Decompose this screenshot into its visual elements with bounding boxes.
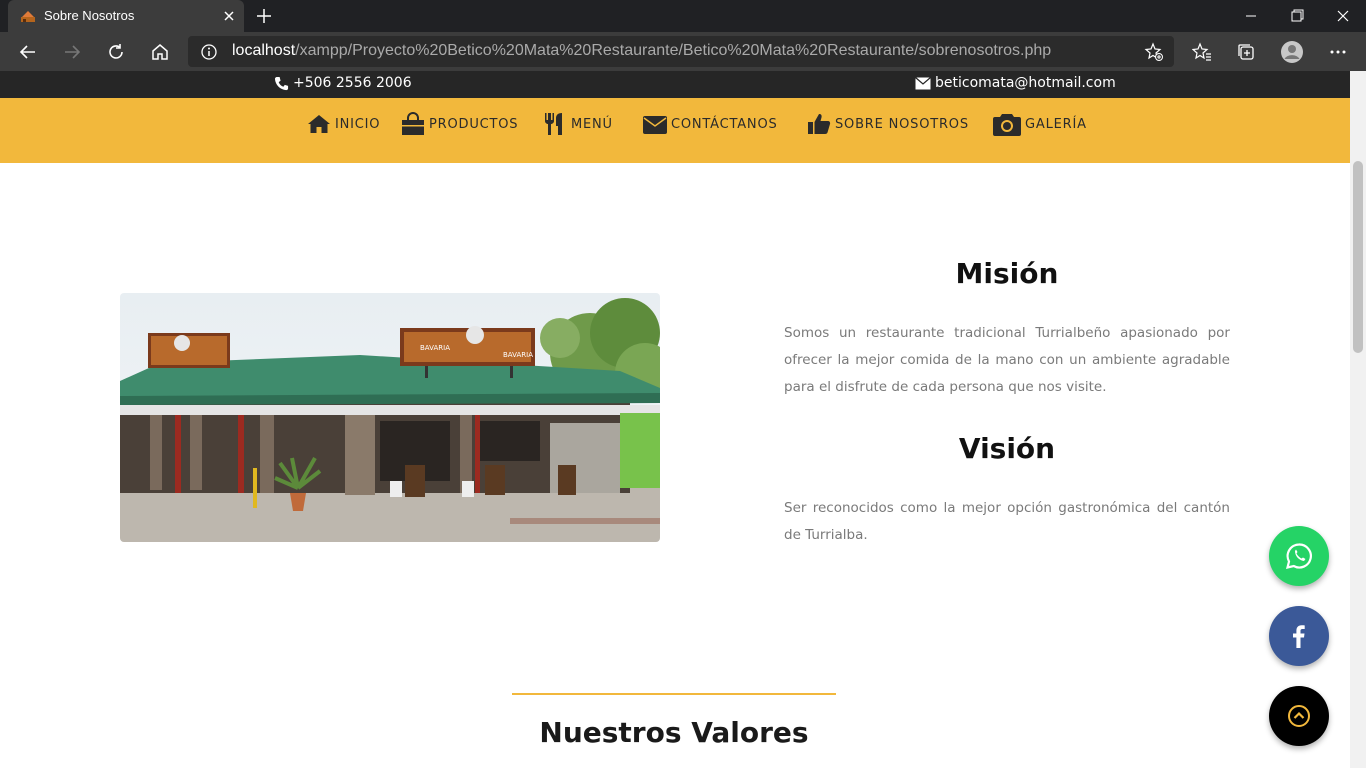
favorites-icon	[1192, 42, 1211, 61]
nav-label-menu: MENÚ	[571, 117, 613, 132]
main-nav: INICIO PRODUCTOS MENÚ CONTÁCTANOS SOBRE …	[0, 98, 1350, 163]
new-tab-icon[interactable]	[254, 6, 274, 26]
vision-title: Visión	[958, 432, 1056, 465]
scrollbar-thumb[interactable]	[1353, 161, 1363, 353]
nav-label-inicio: INICIO	[335, 117, 381, 132]
nav-item-inicio[interactable]: INICIO	[307, 112, 380, 136]
url-text[interactable]: localhost/xampp/Proyecto%20Betico%20Mata…	[232, 42, 1051, 60]
mision-text: Somos un restaurante tradicional Turrial…	[784, 325, 1230, 395]
facebook-button[interactable]	[1269, 606, 1329, 666]
forward-arrow-icon	[65, 45, 81, 59]
refresh-icon	[109, 44, 123, 59]
utensils-icon	[545, 113, 562, 135]
more-dots-icon	[1330, 50, 1346, 54]
browser-home-icon	[152, 44, 168, 60]
collections-icon	[1238, 44, 1254, 60]
camera-icon	[993, 114, 1021, 136]
back-button[interactable]	[14, 38, 42, 66]
browser-tab[interactable]: Sobre Nosotros	[8, 0, 244, 32]
refresh-button[interactable]	[102, 38, 130, 66]
nav-label-sobre-nosotros: SOBRE NOSOTROS	[835, 117, 969, 132]
settings-menu-button[interactable]	[1324, 38, 1352, 66]
tab-title: Sobre Nosotros	[44, 8, 135, 23]
restaurant-favicon-icon	[21, 11, 35, 22]
contact-info-bar: +506 2556 2006 beticomata@hotmail.com	[0, 71, 1350, 98]
minimize-icon[interactable]	[1228, 0, 1274, 32]
nav-label-galeria: GALERÍA	[1025, 117, 1087, 132]
restore-icon[interactable]	[1274, 0, 1320, 32]
whatsapp-icon	[1285, 543, 1312, 569]
nav-label-contactanos: CONTÁCTANOS	[671, 117, 778, 132]
chevron-up-circle-icon	[1288, 705, 1310, 727]
restaurant-building-illustration: BAVARIA BAVARIA	[120, 293, 660, 542]
nav-item-galeria[interactable]: GALERÍA	[993, 112, 1087, 136]
sign-text-left: BAVARIA	[420, 344, 450, 352]
close-window-icon[interactable]	[1320, 0, 1366, 32]
phone-icon	[274, 76, 289, 90]
whatsapp-button[interactable]	[1269, 526, 1329, 586]
close-tab-icon[interactable]	[220, 7, 238, 25]
url-path: /xampp/Proyecto%20Betico%20Mata%20Restau…	[295, 42, 1052, 59]
scroll-to-top-button[interactable]	[1269, 686, 1329, 746]
mail-icon	[915, 76, 931, 89]
phone-number: +506 2556 2006	[293, 75, 412, 91]
address-bar[interactable]: localhost/xampp/Proyecto%20Betico%20Mata…	[188, 36, 1174, 67]
nav-item-sobre-nosotros[interactable]: SOBRE NOSOTROS	[807, 112, 969, 136]
valores-title: Nuestros Valores	[539, 716, 809, 749]
site-info-icon[interactable]	[200, 43, 218, 61]
section-divider	[512, 693, 836, 695]
nav-item-menu[interactable]: MENÚ	[543, 112, 613, 136]
url-host: localhost	[232, 42, 296, 59]
sign-text-right: BAVARIA	[503, 351, 533, 359]
browser-toolbar: localhost/xampp/Proyecto%20Betico%20Mata…	[0, 32, 1366, 71]
shopping-bag-icon	[402, 112, 424, 135]
vision-text: Ser reconocidos como la mejor opción gas…	[784, 500, 1230, 543]
email-address: beticomata@hotmail.com	[935, 75, 1116, 91]
mision-title: Misión	[955, 257, 1059, 290]
browser-tab-bar: Sobre Nosotros	[0, 0, 1366, 32]
add-favorite-icon[interactable]	[1144, 42, 1164, 62]
home-button[interactable]	[146, 38, 174, 66]
favorites-button[interactable]	[1188, 38, 1216, 66]
nav-label-productos: PRODUCTOS	[429, 117, 519, 132]
back-arrow-icon	[19, 45, 35, 59]
home-icon	[308, 115, 330, 133]
thumbs-up-icon	[808, 114, 831, 134]
profile-button[interactable]	[1278, 38, 1306, 66]
nav-item-contactanos[interactable]: CONTÁCTANOS	[643, 112, 778, 136]
page-scrollbar[interactable]	[1350, 71, 1366, 768]
phone-contact[interactable]: +506 2556 2006	[274, 75, 412, 91]
email-contact[interactable]: beticomata@hotmail.com	[915, 75, 1116, 91]
restaurant-photo: BAVARIA BAVARIA	[120, 293, 660, 542]
avatar-icon	[1281, 41, 1303, 63]
collections-button[interactable]	[1232, 38, 1260, 66]
envelope-icon	[643, 116, 667, 134]
nav-item-productos[interactable]: PRODUCTOS	[401, 112, 518, 136]
forward-button[interactable]	[58, 38, 86, 66]
facebook-icon	[1293, 625, 1305, 648]
